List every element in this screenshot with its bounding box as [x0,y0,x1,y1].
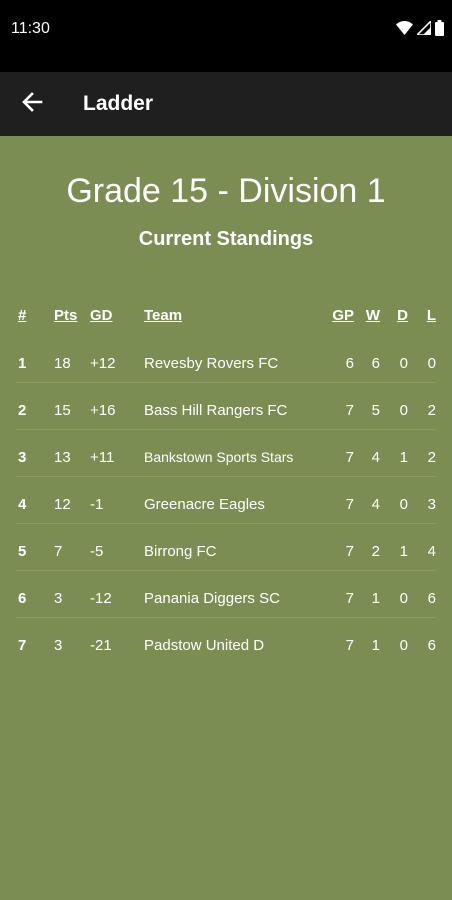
grade-title: Grade 15 - Division 1 [66,172,386,210]
row-d: 1 [399,543,408,560]
row-d: 0 [399,402,408,419]
ladder-table: # Pts GD Team GP W D L 1 18 +12 Revesby … [0,296,452,665]
row-w: 4 [371,496,380,513]
table-header: # Pts GD Team GP W D L [0,296,452,336]
row-rank: 4 [18,496,27,513]
row-l: 6 [427,590,436,607]
row-gd: -21 [90,637,112,654]
row-l: 6 [427,637,436,654]
battery-icon [435,20,444,36]
row-l: 3 [427,496,436,513]
row-gd: -12 [90,590,112,607]
row-gp: 7 [345,590,354,607]
row-l: 0 [427,355,436,372]
row-rank: 2 [18,402,27,419]
row-w: 2 [371,543,380,560]
arrow-back-icon [21,91,43,118]
row-l: 2 [427,449,436,466]
status-bar: 11:30 [0,0,452,72]
row-team: Bankstown Sports Stars [144,449,294,465]
row-rank: 6 [18,590,27,607]
row-d: 0 [399,355,408,372]
header-gd[interactable]: GD [90,296,130,336]
row-w: 6 [371,355,380,372]
row-rank: 1 [18,355,27,372]
row-gp: 7 [345,449,354,466]
app-title: Ladder [83,92,154,115]
header-pts[interactable]: Pts [54,296,84,336]
row-gd: +11 [90,449,115,466]
row-gp: 7 [345,402,354,419]
row-gp: 6 [345,355,354,372]
ladder-content: Grade 15 - Division 1 Current Standings … [0,136,452,900]
row-team: Birrong FC [144,543,217,560]
row-team: Padstow United D [144,637,265,654]
table-row[interactable]: 3 13 +11 Bankstown Sports Stars 7 4 1 2 [16,430,436,477]
row-gd: -1 [90,496,104,513]
app-bar: Ladder [0,72,452,136]
standings-title: Current Standings [138,228,314,250]
row-team: Revesby Rovers FC [144,355,279,372]
row-pts: 3 [54,637,63,654]
row-pts: 13 [54,449,71,466]
wifi-icon [396,21,413,35]
row-team: Greenacre Eagles [144,496,265,513]
signal-icon [417,21,431,35]
row-rank: 7 [18,637,27,654]
row-pts: 12 [54,496,71,513]
row-gp: 7 [345,637,354,654]
row-pts: 15 [54,402,71,419]
table-row[interactable]: 2 15 +16 Bass Hill Rangers FC 7 5 0 2 [16,383,436,430]
row-gd: -5 [90,543,104,560]
row-pts: 18 [54,355,71,372]
row-team: Bass Hill Rangers FC [144,402,288,419]
row-w: 1 [371,637,380,654]
row-rank: 3 [18,449,27,466]
row-w: 4 [371,449,380,466]
row-d: 0 [399,637,408,654]
row-rank: 5 [18,543,27,560]
table-row[interactable]: 7 3 -21 Padstow United D 7 1 0 6 [16,618,436,665]
table-row[interactable]: 4 12 -1 Greenacre Eagles 7 4 0 3 [16,477,436,524]
row-l: 2 [427,402,436,419]
row-w: 5 [371,402,380,419]
row-gp: 7 [345,496,354,513]
row-team: Panania Diggers SC [144,590,280,607]
row-gp: 7 [345,543,354,560]
row-pts: 7 [54,543,63,560]
back-button[interactable] [16,88,48,120]
table-row[interactable]: 5 7 -5 Birrong FC 7 2 1 4 [16,524,436,571]
header-team[interactable]: Team [144,296,324,336]
row-d: 1 [399,449,408,466]
table-row[interactable]: 6 3 -12 Panania Diggers SC 7 1 0 6 [16,571,436,618]
row-gd: +12 [90,355,116,372]
header-rank[interactable]: # [18,296,38,336]
header-l[interactable]: L [424,296,436,336]
header-w[interactable]: W [364,296,380,336]
table-row[interactable]: 1 18 +12 Revesby Rovers FC 6 6 0 0 [16,336,436,383]
row-pts: 3 [54,590,63,607]
header-gp[interactable]: GP [332,296,354,336]
header-d[interactable]: D [396,296,408,336]
row-w: 1 [371,590,380,607]
row-d: 0 [399,590,408,607]
status-time: 11:30 [11,20,50,37]
row-gd: +16 [90,402,116,419]
status-icons [396,20,444,36]
row-d: 0 [399,496,408,513]
row-l: 4 [427,543,436,560]
